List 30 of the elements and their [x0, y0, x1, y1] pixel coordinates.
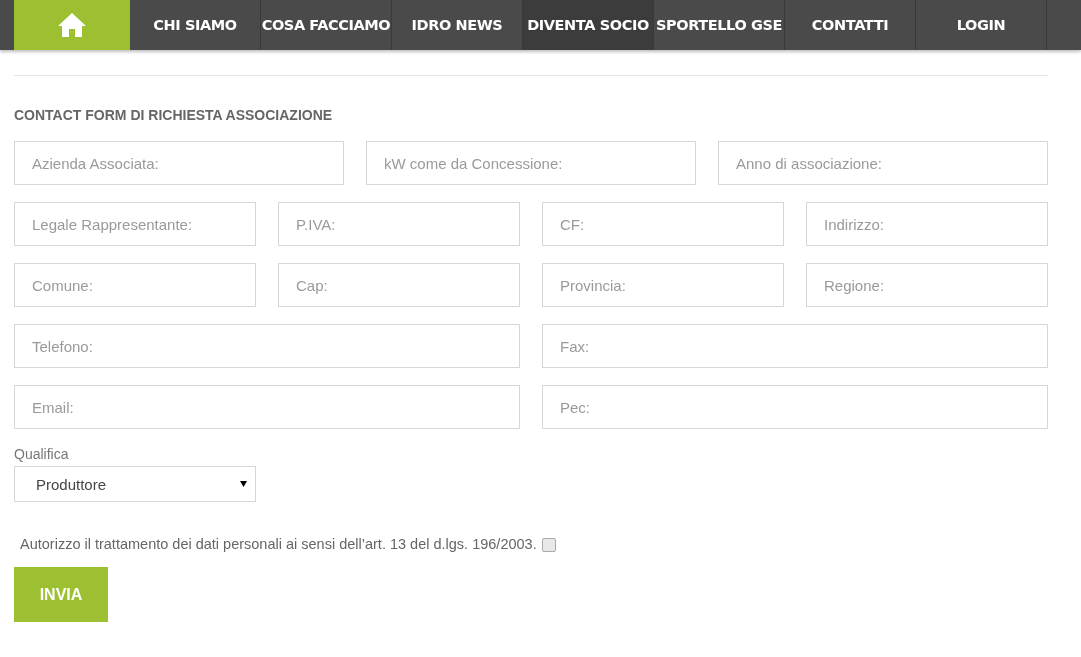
field-label: Qualifica [14, 446, 70, 462]
input-field[interactable]: Azienda Associata: [14, 141, 344, 185]
nav-item[interactable]: CONTATTI [785, 0, 916, 50]
nav-item[interactable]: COSA FACCIAMO [261, 0, 392, 50]
input-field[interactable]: Fax: [542, 324, 1048, 368]
input-field[interactable]: Comune: [14, 263, 256, 307]
nav-item[interactable]: CHI SIAMO [130, 0, 261, 50]
caret-icon [240, 481, 247, 487]
consent-text: Autorizzo il trattamento dei dati personali ai sensi dell’art. 13 del d.lgs. 196/2003. [20, 535, 537, 552]
nav-item[interactable]: SPORTELLO GSE [654, 0, 785, 50]
input-field[interactable]: Provincia: [542, 263, 784, 307]
nav-item[interactable]: IDRO NEWS [392, 0, 523, 50]
home-button[interactable] [14, 0, 130, 50]
form-title: CONTACT FORM DI RICHIESTA ASSOCIAZIONE [14, 107, 334, 123]
input-field[interactable]: Anno di associazione: [718, 141, 1048, 185]
input-field[interactable]: P.IVA: [278, 202, 520, 246]
input-field[interactable]: Regione: [806, 263, 1048, 307]
input-field[interactable]: kW come da Concessione: [366, 141, 696, 185]
input-field[interactable]: Email: [14, 385, 520, 429]
input-field[interactable]: CF: [542, 202, 784, 246]
qualifica-dropdown[interactable]: Produttore [14, 466, 256, 502]
consent-checkbox[interactable] [541, 538, 556, 552]
input-field[interactable]: Indirizzo: [806, 202, 1048, 246]
nav-item[interactable]: LOGIN [916, 0, 1047, 50]
home-icon [57, 12, 87, 38]
input-field[interactable]: Telefono: [14, 324, 520, 368]
input-field[interactable]: Legale Rappresentante: [14, 202, 256, 246]
nav-item[interactable]: DIVENTA SOCIO [523, 0, 654, 50]
input-field[interactable]: Pec: [542, 385, 1048, 429]
input-field[interactable]: Cap: [278, 263, 520, 307]
